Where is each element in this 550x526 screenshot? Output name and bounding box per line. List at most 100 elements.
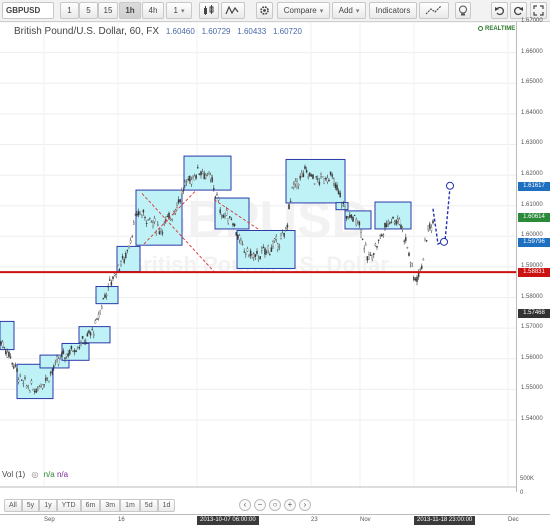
redo-button[interactable] <box>510 2 527 19</box>
candle-body <box>241 243 244 246</box>
candle-body <box>432 220 434 224</box>
candle-body <box>323 178 325 184</box>
zone-rectangle <box>116 245 141 273</box>
candle-body <box>318 181 321 185</box>
candle-body <box>251 254 253 258</box>
scroll-left-button[interactable]: ‹ <box>239 499 251 511</box>
interval-more-dropdown[interactable]: 1 ▾ <box>166 2 192 19</box>
candle-body <box>409 262 412 265</box>
candle-body <box>285 228 287 231</box>
candle-body <box>189 175 191 182</box>
undo-button[interactable] <box>491 2 508 19</box>
chart-style-button[interactable] <box>199 2 219 19</box>
price-chart[interactable]: GBPUSD British Pound/U.S. Dollar <box>0 21 516 492</box>
interval-1h-button[interactable]: 1h <box>119 2 141 19</box>
candle-body <box>222 215 225 218</box>
candle-body <box>397 218 399 222</box>
candle-body <box>315 176 317 178</box>
candle-body <box>217 198 220 201</box>
range-button-1m[interactable]: 1m <box>120 499 140 512</box>
candle-body <box>304 166 306 169</box>
candle-body <box>53 365 55 368</box>
reset-zoom-button[interactable]: ○ <box>269 499 281 511</box>
zone-rectangle <box>16 363 54 400</box>
candle-body <box>221 215 223 217</box>
candle-body <box>99 310 101 314</box>
time-axis[interactable]: Sep 16 2013-10-07 06:00:00 23 Nov 2013-1… <box>0 514 550 526</box>
candle-body <box>8 351 10 357</box>
interval-1m-button[interactable]: 1 <box>60 2 79 19</box>
range-button-ytd[interactable]: YTD <box>56 499 81 512</box>
candle-body <box>353 214 356 216</box>
price-tag-label: 1.61617 <box>518 182 550 192</box>
range-button-5y[interactable]: 5y <box>21 499 40 512</box>
zoom-in-button[interactable]: + <box>284 499 296 511</box>
price-axis[interactable]: 1.67000 1.66000 1.65000 1.64000 1.63000 1.620… <box>516 18 550 492</box>
indicators-button[interactable]: Indicators <box>369 2 417 19</box>
range-button-3m[interactable]: 3m <box>100 499 121 512</box>
candle-body <box>389 222 391 224</box>
candle-body <box>331 174 333 177</box>
candle-body <box>230 218 233 220</box>
candle-body <box>65 354 68 357</box>
candle-body <box>395 220 397 225</box>
candle-body <box>157 224 159 226</box>
interval-4h-button[interactable]: 4h <box>142 2 164 19</box>
candle-body <box>267 245 269 251</box>
candle-body <box>301 172 303 177</box>
candle-body <box>281 232 284 235</box>
range-button-5d[interactable]: 5d <box>139 499 158 512</box>
candle-body <box>401 228 404 230</box>
time-label-16: 16 <box>118 517 125 523</box>
alert-button[interactable] <box>455 2 471 19</box>
visibility-icon[interactable]: ◎ <box>31 470 38 479</box>
candle-body <box>403 240 405 242</box>
realtime-badge: REALTIME <box>478 26 515 32</box>
candle-body <box>357 220 359 223</box>
interval-15m-button[interactable]: 15 <box>98 2 118 19</box>
time-label-sep: Sep <box>44 517 55 523</box>
candle-body <box>243 251 245 253</box>
candle-body <box>278 246 281 248</box>
candle-body <box>198 173 201 175</box>
trend-icon <box>425 5 442 15</box>
chart-canvas[interactable]: GBPUSD British Pound/U.S. Dollar <box>0 21 516 492</box>
indicator-style-button[interactable] <box>221 2 245 19</box>
candle-body <box>187 178 189 181</box>
range-button-1d[interactable]: 1d <box>157 499 176 512</box>
candle-body <box>48 381 50 383</box>
scroll-right-button[interactable]: › <box>299 499 311 511</box>
range-button-all[interactable]: All <box>4 499 22 512</box>
settings-button[interactable] <box>256 2 273 19</box>
candle-body <box>275 236 277 240</box>
candle-body <box>153 218 156 222</box>
candle-body <box>77 346 79 348</box>
range-button-1y[interactable]: 1y <box>39 499 57 512</box>
interval-5m-button[interactable]: 5 <box>79 2 98 19</box>
price-tag-label: 1.59796 <box>518 238 550 248</box>
range-button-6m[interactable]: 6m <box>80 499 101 512</box>
candle-body <box>109 279 111 281</box>
candle-body <box>288 204 290 210</box>
candle-body <box>406 247 409 249</box>
fullscreen-button[interactable] <box>530 2 547 19</box>
candle-body <box>171 219 173 221</box>
candle-body <box>429 223 431 229</box>
candle-body <box>158 231 161 234</box>
ohlc-high: 1.60729 <box>201 27 231 36</box>
candle-body <box>273 238 276 241</box>
candle-body <box>349 214 351 218</box>
candle-body <box>310 174 313 177</box>
zoom-out-button[interactable]: − <box>254 499 266 511</box>
compare-label: Compare <box>283 6 317 15</box>
candle-body <box>193 175 196 181</box>
candle-body <box>152 222 154 227</box>
candle-body <box>13 366 15 369</box>
candle-body <box>219 209 221 214</box>
candle-body <box>166 216 169 218</box>
compare-dropdown[interactable]: Compare ▾ <box>277 2 330 19</box>
add-dropdown[interactable]: Add ▾ <box>332 2 366 19</box>
drawing-tools-dropdown[interactable] <box>419 2 449 19</box>
candle-body <box>377 239 380 241</box>
symbol-input[interactable]: GBPUSD <box>2 2 54 19</box>
